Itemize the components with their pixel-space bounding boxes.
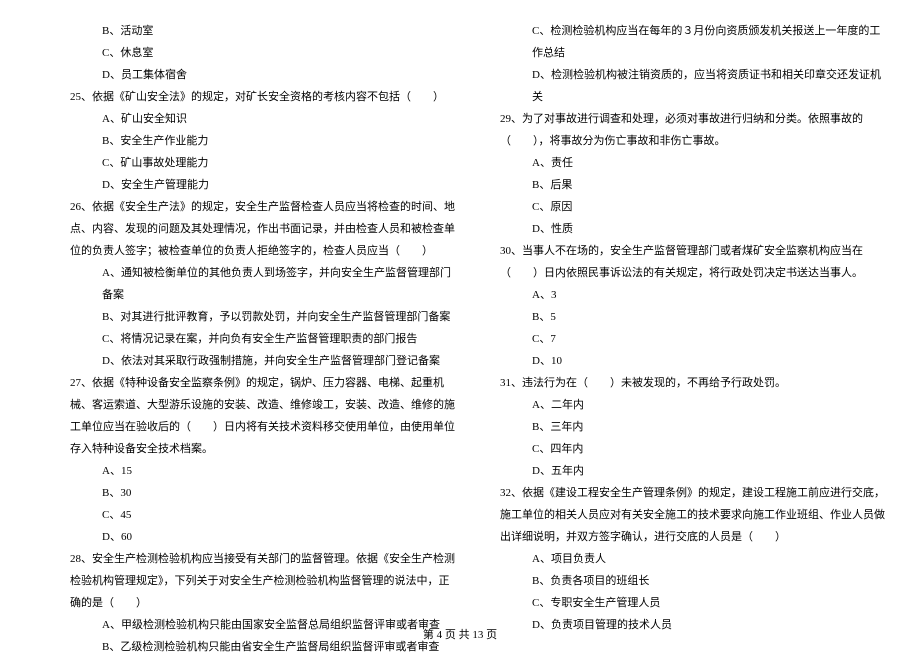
- option-30c: C、7: [500, 328, 890, 350]
- option-29c: C、原因: [500, 196, 890, 218]
- option-25b: B、安全生产作业能力: [70, 130, 460, 152]
- question-31: 31、违法行为在（ ）未被发现的，不再给予行政处罚。: [500, 372, 890, 394]
- option-24d: D、员工集体宿舍: [70, 64, 460, 86]
- option-30d: D、10: [500, 350, 890, 372]
- option-32d: D、负责项目管理的技术人员: [500, 614, 890, 636]
- option-24b: B、活动室: [70, 20, 460, 42]
- option-30a: A、3: [500, 284, 890, 306]
- option-27a: A、15: [70, 460, 460, 482]
- option-24c: C、休息室: [70, 42, 460, 64]
- option-31a: A、二年内: [500, 394, 890, 416]
- option-30b: B、5: [500, 306, 890, 328]
- option-32a: A、项目负责人: [500, 548, 890, 570]
- option-25a: A、矿山安全知识: [70, 108, 460, 130]
- option-31d: D、五年内: [500, 460, 890, 482]
- option-28c: C、检测检验机构应当在每年的３月份向资质颁发机关报送上一年度的工作总结: [500, 20, 890, 64]
- option-25d: D、安全生产管理能力: [70, 174, 460, 196]
- option-27c: C、45: [70, 504, 460, 526]
- option-31b: B、三年内: [500, 416, 890, 438]
- option-27d: D、60: [70, 526, 460, 548]
- question-25: 25、依据《矿山安全法》的规定，对矿长安全资格的考核内容不包括（ ）: [70, 86, 460, 108]
- option-31c: C、四年内: [500, 438, 890, 460]
- option-28a: A、甲级检测检验机构只能由国家安全监督总局组织监督评审或者审查: [70, 614, 460, 636]
- option-29a: A、责任: [500, 152, 890, 174]
- option-32b: B、负责各项目的班组长: [500, 570, 890, 592]
- option-27b: B、30: [70, 482, 460, 504]
- left-column: B、活动室 C、休息室 D、员工集体宿舍 25、依据《矿山安全法》的规定，对矿长…: [70, 20, 485, 620]
- option-26d: D、依法对其采取行政强制措施，并向安全生产监督管理部门登记备案: [70, 350, 460, 372]
- question-32: 32、依据《建设工程安全生产管理条例》的规定，建设工程施工前应进行交底，施工单位…: [500, 482, 890, 548]
- option-26a: A、通知被检衡单位的其他负责人到场签字，并向安全生产监督管理部门备案: [70, 262, 460, 306]
- question-27: 27、依据《特种设备安全监察条例》的规定，锅炉、压力容器、电梯、起重机械、客运索…: [70, 372, 460, 460]
- question-26: 26、依据《安全生产法》的规定，安全生产监督检查人员应当将检查的时间、地点、内容…: [70, 196, 460, 262]
- option-26c: C、将情况记录在案，并向负有安全生产监督管理职责的部门报告: [70, 328, 460, 350]
- question-28: 28、安全生产检测检验机构应当接受有关部门的监督管理。依据《安全生产检测检验机构…: [70, 548, 460, 614]
- option-25c: C、矿山事故处理能力: [70, 152, 460, 174]
- question-30: 30、当事人不在场的，安全生产监督管理部门或者煤矿安全监察机构应当在（ ）日内依…: [500, 240, 890, 284]
- option-29d: D、性质: [500, 218, 890, 240]
- option-32c: C、专职安全生产管理人员: [500, 592, 890, 614]
- option-29b: B、后果: [500, 174, 890, 196]
- right-column: C、检测检验机构应当在每年的３月份向资质颁发机关报送上一年度的工作总结 D、检测…: [485, 20, 890, 620]
- page-content: B、活动室 C、休息室 D、员工集体宿舍 25、依据《矿山安全法》的规定，对矿长…: [0, 0, 920, 620]
- option-28d: D、检测检验机构被注销资质的，应当将资质证书和相关印章交还发证机关: [500, 64, 890, 108]
- option-28b: B、乙级检测检验机构只能由省安全生产监督局组织监督评审或者审查: [70, 636, 460, 658]
- option-26b: B、对其进行批评教育，予以罚款处罚，并向安全生产监督管理部门备案: [70, 306, 460, 328]
- question-29: 29、为了对事故进行调查和处理，必须对事故进行归纳和分类。依照事故的（ ），将事…: [500, 108, 890, 152]
